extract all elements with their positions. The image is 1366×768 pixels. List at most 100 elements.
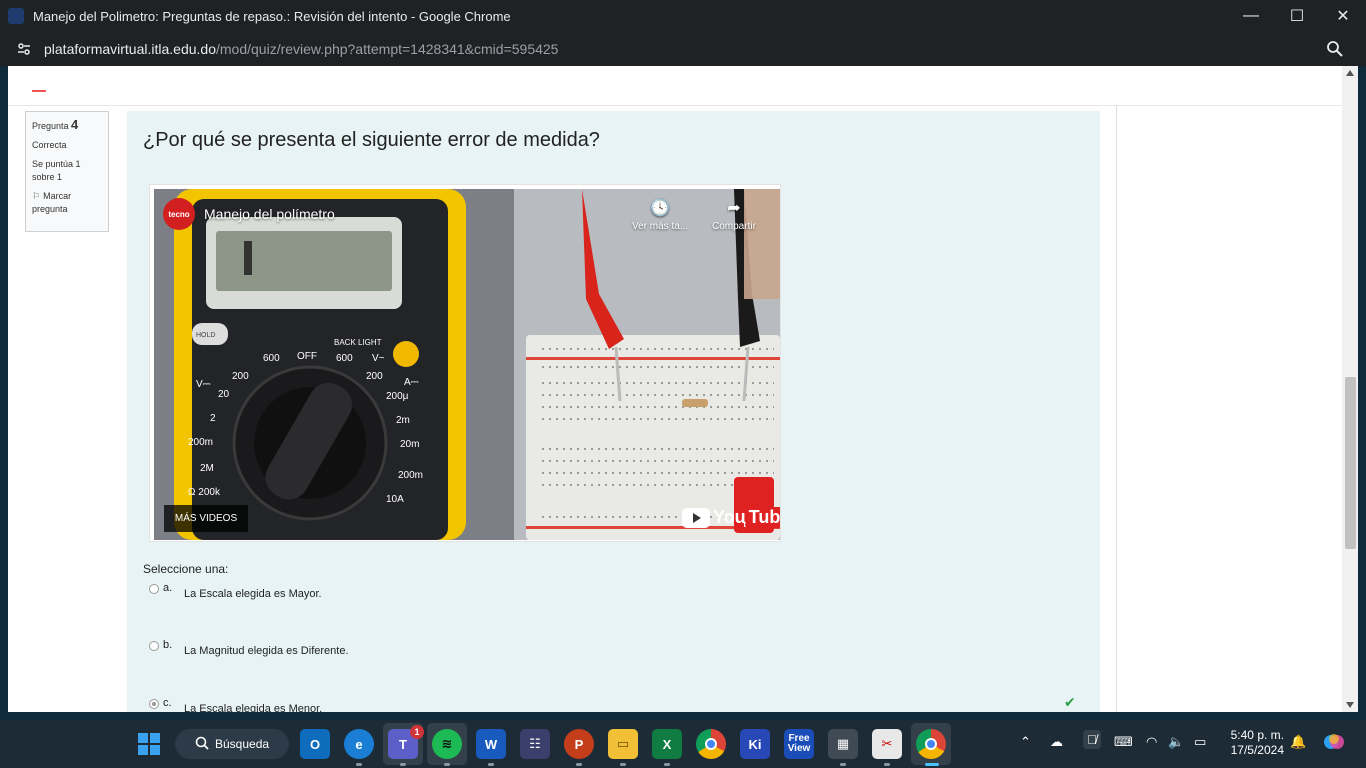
svg-text:20: 20 [218,389,230,400]
site-settings-icon[interactable] [14,39,34,59]
running-indicator [620,763,626,766]
chrome-icon[interactable] [696,729,726,759]
window-controls: — ☐ ✕ [1228,0,1366,32]
system-clock[interactable]: 5:40 p. m. 17/5/2024 [1226,728,1284,758]
start-button[interactable] [134,729,164,759]
svg-text:HOLD: HOLD [196,332,215,339]
taskbar-search[interactable]: Búsqueda [175,729,289,759]
youtube-brand-logo[interactable]: YouTube [682,507,780,528]
chrome-profile-icon[interactable] [916,729,946,759]
notification-bell-icon[interactable]: 🔔 [1290,734,1306,750]
keyboard-icon[interactable]: ⌨ [1114,734,1133,750]
active-window-indicator [925,763,939,766]
svg-text:OFF: OFF [297,351,317,362]
flag-question-link[interactable]: ⚐ Marcar pregunta [32,190,102,216]
search-label: Búsqueda [215,737,270,751]
freeview-icon[interactable]: Free View [784,729,814,759]
url-text[interactable]: plataformavirtual.itla.edu.do/mod/quiz/r… [44,41,558,57]
watch-later-label: Ver más ta... [632,221,689,232]
window-titlebar: Manejo del Polimetro: Preguntas de repas… [0,0,1366,32]
file-explorer-icon[interactable]: ▭ [608,729,638,759]
svg-text:2M: 2M [200,463,214,474]
share-arrow-icon: ➦ [727,200,741,217]
scroll-up-arrow-icon[interactable] [1346,70,1354,76]
page-scrollbar[interactable] [1342,66,1358,712]
question-status: Correcta [32,140,67,150]
powerpoint-icon[interactable]: P [564,729,594,759]
answer-letter-c: c. [163,697,172,709]
answer-prompt: Seleccione una: [143,562,229,576]
answer-option-a[interactable]: a. La Escala elegida es Mayor. [149,582,322,600]
wifi-icon[interactable]: ◠ [1146,734,1157,750]
more-videos-button[interactable]: MÁS VIDEOS [164,505,248,532]
running-indicator [444,763,450,766]
teams-notification-badge: 1 [410,725,424,739]
page-top-strip [8,66,1342,106]
svg-text:V⎓: V⎓ [196,379,211,390]
video-title[interactable]: Manejo del polímetro [204,206,335,222]
taskbar: Búsqueda O e T1 ≋ W ☷ P ▭ X Ki Free View… [0,720,1366,768]
show-hidden-icons-chevron-icon[interactable]: ⌃ [1020,734,1031,750]
question-number: 4 [71,117,79,132]
address-bar[interactable]: plataformavirtual.itla.edu.do/mod/quiz/r… [0,32,1366,66]
volume-icon[interactable]: 🔈 [1168,734,1184,750]
scrollbar-thumb[interactable] [1345,377,1356,549]
outlook-icon[interactable]: O [300,729,330,759]
minimize-button[interactable]: — [1228,0,1274,32]
search-icon [195,736,209,753]
copilot-icon[interactable] [1322,730,1346,757]
running-indicator [356,763,362,766]
flag-icon: ⚐ [32,191,41,201]
question-text: ¿Por qué se presenta el siguiente error … [143,129,600,151]
svg-text:Ω 200k: Ω 200k [188,487,221,498]
svg-text:200m: 200m [188,437,213,448]
mic-muted-icon[interactable]: 🎙̸ [1083,730,1101,749]
excel-icon[interactable]: X [652,729,682,759]
snipping-tool-icon[interactable]: ✂ [872,729,902,759]
svg-text:200: 200 [366,371,383,382]
watch-later-button[interactable]: 🕓 Ver más ta... [632,199,688,232]
svg-text:200μ: 200μ [386,391,409,402]
kicad-icon[interactable]: Ki [740,729,770,759]
answer-letter-a: a. [163,582,173,594]
youtube-brand-you: You [713,507,746,527]
scroll-down-arrow-icon[interactable] [1346,702,1354,708]
calculator-icon[interactable]: ▦ [828,729,858,759]
svg-text:V~: V~ [372,353,385,364]
maximize-button[interactable]: ☐ [1274,0,1320,32]
answer-text-a: La Escala elegida es Mayor. [184,588,322,600]
edge-icon[interactable]: e [344,729,374,759]
teams-icon[interactable]: T1 [388,725,424,759]
answer-radio-c[interactable] [149,699,159,709]
app-grid-icon[interactable]: ☷ [520,729,550,759]
zoom-icon[interactable] [1326,40,1344,58]
share-button[interactable]: ➦ Compartir [712,199,756,232]
video-frame[interactable]: 600 OFF 600 V~ 200 200 A⎓ V⎓ 20 200μ 2 2m 200m 20… [154,189,780,540]
channel-logo-icon[interactable]: tecno [163,198,195,230]
svg-text:200m: 200m [398,470,423,481]
clock-icon: 🕓 [650,200,671,217]
running-indicator [488,763,494,766]
answer-radio-b[interactable] [149,641,159,651]
spotify-icon[interactable]: ≋ [432,729,462,759]
running-indicator [664,763,670,766]
question-content: ¿Por qué se presenta el siguiente error … [127,111,1100,712]
question-number-line: Pregunta 4 [32,118,102,133]
onedrive-cloud-icon[interactable]: ☁ [1050,734,1063,750]
tab-favicon-icon [8,8,24,24]
running-indicator [576,763,582,766]
answer-option-c[interactable]: c. La Escala elegida es Menor. [149,697,322,712]
embedded-video[interactable]: 600 OFF 600 V~ 200 200 A⎓ V⎓ 20 200μ 2 2m 200m 20… [149,184,781,542]
battery-icon[interactable]: ▭ [1194,734,1206,750]
svg-text:600: 600 [263,353,280,364]
close-button[interactable]: ✕ [1320,0,1366,32]
question-label: Pregunta [32,121,69,131]
word-icon[interactable]: W [476,729,506,759]
answer-option-b[interactable]: b. La Magnitud elegida es Diferente. [149,639,349,657]
svg-text:2: 2 [210,413,216,424]
answer-radio-a[interactable] [149,584,159,594]
page-viewport: Pregunta 4 Correcta Se puntúa 1 sobre 1 … [8,66,1358,712]
correct-check-icon: ✔ [1064,694,1076,710]
url-host: plataformavirtual.itla.edu.do [44,41,216,57]
svg-text:20m: 20m [400,439,419,450]
